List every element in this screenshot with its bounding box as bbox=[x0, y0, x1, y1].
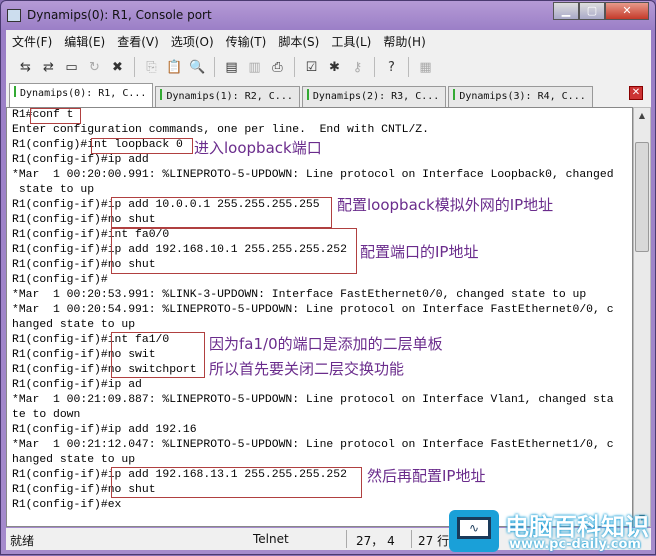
menu-item[interactable]: 脚本(S) bbox=[272, 33, 325, 50]
global-options-icon[interactable]: ✱ bbox=[325, 58, 344, 77]
app-window: Dynamips(0): R1, Console port ▁ ▢ ✕ 文件(F… bbox=[0, 0, 656, 555]
minimize-button[interactable]: ▁ bbox=[553, 2, 579, 20]
session-folder-icon[interactable]: ▭ bbox=[62, 58, 81, 77]
connected-indicator-icon bbox=[14, 86, 16, 97]
app-icon bbox=[7, 8, 21, 22]
menu-item[interactable]: 选项(O) bbox=[165, 33, 220, 50]
connected-indicator-icon bbox=[306, 89, 309, 100]
watermark-logo: ∿ 电脑百科知识 www.pc-daily.com bbox=[449, 506, 656, 556]
annotation: 因为fa1/0的端口是添加的二层单板 bbox=[209, 335, 443, 353]
status-state: 就绪 bbox=[10, 534, 35, 548]
help-icon[interactable]: ? bbox=[382, 58, 401, 77]
menu-item[interactable]: 编辑(E) bbox=[58, 33, 111, 50]
terminal-line: *Mar 1 00:21:12.047: %LINEPROTO-5-UPDOWN… bbox=[12, 439, 614, 451]
terminal-line: Enter configuration commands, one per li… bbox=[12, 124, 429, 136]
tile-icon[interactable]: ▦ bbox=[416, 58, 435, 77]
menu-item[interactable]: 工具(L) bbox=[325, 33, 377, 50]
window-title: Dynamips(0): R1, Console port bbox=[27, 8, 212, 22]
terminal[interactable]: R1#conf t Enter configuration commands, o… bbox=[6, 107, 633, 527]
highlight-box bbox=[111, 197, 332, 228]
terminal-line: hanged state to up bbox=[12, 454, 136, 466]
print-icon[interactable]: ⎙ bbox=[268, 58, 287, 77]
menu-bar: 文件(F) 编辑(E) 查看(V) 选项(O) 传输(T) 脚本(S) 工具(L) 帮助(H) bbox=[6, 30, 651, 52]
tab-label: Dynamips(1): R2, C... bbox=[166, 91, 293, 102]
terminal-output: R1#conf t Enter configuration commands, o… bbox=[12, 108, 614, 513]
close-button[interactable]: ✕ bbox=[605, 2, 649, 20]
status-protocol: Telnet bbox=[253, 532, 289, 546]
tab-label: Dynamips(0): R1, C... bbox=[20, 88, 147, 99]
menu-item[interactable]: 传输(T) bbox=[220, 33, 273, 50]
vertical-scrollbar[interactable]: ▲ ▼ bbox=[633, 107, 651, 527]
monitor-icon: ∿ bbox=[449, 510, 499, 552]
terminal-line: te to down bbox=[12, 409, 81, 421]
toolbar: ⇆ ⇄ ▭ ↻ ✖ ⎘ 📋 🔍 ▤ ▥ ⎙ ☑ ✱ ⚷? ▦ bbox=[6, 52, 651, 82]
disconnect-icon[interactable]: ✖ bbox=[108, 58, 127, 77]
annotation: 然后再配置IP地址 bbox=[367, 467, 486, 485]
toolbar-separator bbox=[134, 57, 135, 77]
scroll-thumb[interactable] bbox=[635, 142, 649, 252]
terminal-line: R1#conf t bbox=[12, 109, 74, 121]
print-setup-icon[interactable]: ▤ bbox=[222, 58, 241, 77]
connected-indicator-icon bbox=[160, 89, 163, 100]
terminal-line: R1(config-if)#ip add 192.16 bbox=[12, 424, 197, 436]
tab-session-3[interactable]: Dynamips(3): R4, C... bbox=[448, 86, 593, 107]
terminal-line: *Mar 1 00:20:54.991: %LINEPROTO-5-UPDOWN… bbox=[12, 304, 614, 316]
terminal-line: R1(config-if)# bbox=[12, 274, 108, 286]
connect-icon[interactable]: ⇆ bbox=[16, 58, 35, 77]
copy-icon[interactable]: ⎘ bbox=[142, 58, 161, 77]
highlight-box bbox=[111, 467, 362, 498]
terminal-line: R1(config-if)#ip ad bbox=[12, 379, 142, 391]
annotation: 进入loopback端口 bbox=[194, 139, 322, 157]
toolbar-separator bbox=[214, 57, 215, 77]
annotation: 配置端口的IP地址 bbox=[360, 243, 479, 261]
annotation: 配置loopback模拟外网的IP地址 bbox=[337, 196, 554, 214]
highlight-box bbox=[111, 228, 357, 274]
highlight-box bbox=[111, 332, 205, 378]
scroll-up-icon[interactable]: ▲ bbox=[634, 108, 650, 124]
highlight-box bbox=[30, 108, 81, 124]
find-icon[interactable]: 🔍 bbox=[188, 58, 207, 77]
status-cursor: 27， 4 bbox=[356, 534, 395, 548]
close-tab-icon[interactable]: ✕ bbox=[629, 86, 643, 100]
maximize-button[interactable]: ▢ bbox=[579, 2, 605, 20]
reconnect-icon[interactable]: ↻ bbox=[85, 58, 104, 77]
toolbar-separator bbox=[374, 57, 375, 77]
status-rows: 27 行 bbox=[418, 534, 450, 548]
tab-label: Dynamips(3): R4, C... bbox=[459, 91, 586, 102]
terminal-line: *Mar 1 00:20:53.991: %LINK-3-UPDOWN: Int… bbox=[12, 289, 587, 301]
connected-indicator-icon bbox=[453, 89, 456, 100]
watermark-url: www.pc-daily.com bbox=[509, 537, 641, 552]
quick-connect-icon[interactable]: ⇄ bbox=[39, 58, 58, 77]
keymap-icon[interactable]: ⚷ bbox=[348, 58, 367, 77]
session-options-icon[interactable]: ☑ bbox=[302, 58, 321, 77]
menu-item[interactable]: 帮助(H) bbox=[377, 33, 431, 50]
session-tabs: Dynamips(0): R1, C... Dynamips(1): R2, C.… bbox=[6, 82, 651, 107]
tab-session-0[interactable]: Dynamips(0): R1, C... bbox=[9, 83, 154, 107]
tab-session-2[interactable]: Dynamips(2): R3, C... bbox=[301, 86, 447, 107]
highlight-box bbox=[91, 138, 193, 154]
paste-icon[interactable]: 📋 bbox=[165, 58, 184, 77]
menu-item[interactable]: 查看(V) bbox=[111, 33, 165, 50]
toolbar-separator bbox=[294, 57, 295, 77]
terminal-line: *Mar 1 00:20:00.991: %LINEPROTO-5-UPDOWN… bbox=[12, 169, 614, 181]
print-selection-icon[interactable]: ▥ bbox=[245, 58, 264, 77]
toolbar-separator bbox=[408, 57, 409, 77]
tab-label: Dynamips(2): R3, C... bbox=[312, 91, 440, 102]
annotation: 所以首先要关闭二层交换功能 bbox=[209, 360, 405, 378]
menu-item[interactable]: 文件(F) bbox=[6, 33, 58, 50]
terminal-line: *Mar 1 00:21:09.887: %LINEPROTO-5-UPDOWN… bbox=[12, 394, 614, 406]
tab-session-1[interactable]: Dynamips(1): R2, C... bbox=[155, 86, 300, 107]
title-bar: Dynamips(0): R1, Console port bbox=[7, 5, 212, 25]
terminal-line: hanged state to up bbox=[12, 319, 136, 331]
